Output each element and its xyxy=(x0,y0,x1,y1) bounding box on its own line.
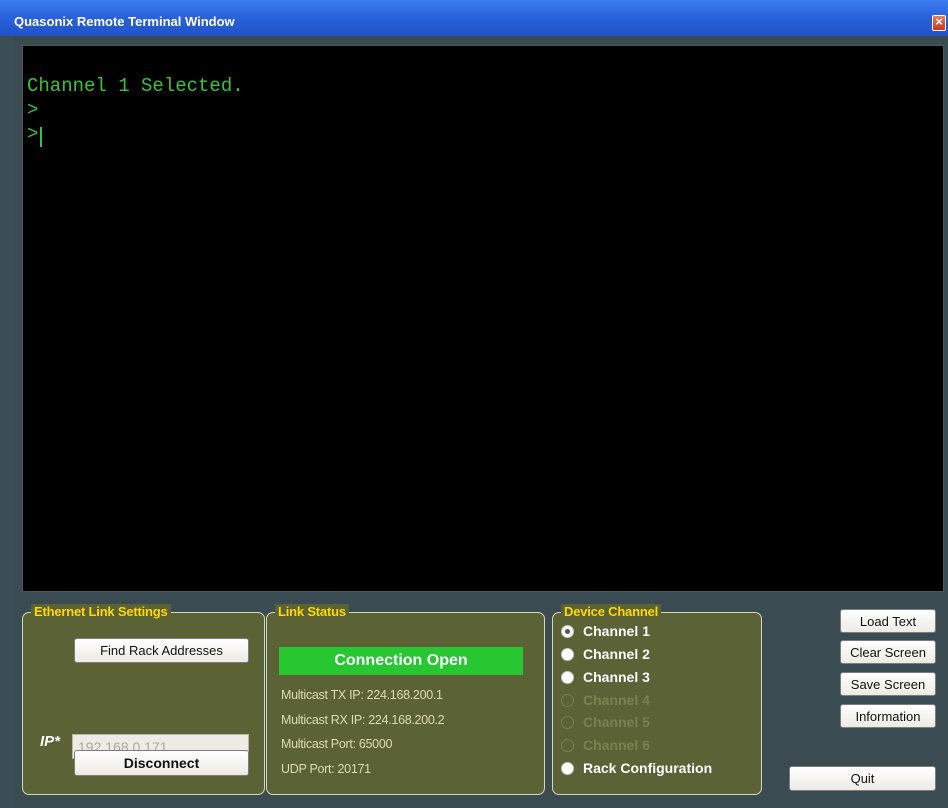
radio-button-icon xyxy=(561,739,574,752)
multicast-tx-ip: Multicast TX IP: 224.168.200.1 xyxy=(281,688,443,702)
find-rack-addresses-button[interactable]: Find Rack Addresses xyxy=(74,638,249,663)
device-channel-panel: Device Channel Channel 1 Channel 2 Channel… xyxy=(552,604,762,795)
window-title: Quasonix Remote Terminal Window xyxy=(14,14,235,29)
radio-button-icon[interactable] xyxy=(561,625,574,638)
ip-label: IP* xyxy=(40,733,61,750)
radio-button-icon[interactable] xyxy=(561,762,574,775)
device-channel-legend: Device Channel xyxy=(561,604,662,619)
terminal-screen[interactable]: Channel 1 Selected. > > xyxy=(22,45,944,592)
link-status-legend: Link Status xyxy=(275,604,349,619)
window-frame xyxy=(0,36,14,808)
link-status-panel: Link Status Connection Open Multicast TX… xyxy=(266,604,545,795)
clear-screen-button[interactable]: Clear Screen xyxy=(840,640,936,664)
radio-label: Channel 6 xyxy=(583,737,650,753)
radio-label: Channel 4 xyxy=(583,692,650,708)
radio-label: Channel 1 xyxy=(583,623,650,639)
disconnect-button[interactable]: Disconnect xyxy=(74,750,249,776)
ethernet-link-settings-panel: Ethernet Link Settings Find Rack Address… xyxy=(22,604,265,795)
radio-label: Channel 5 xyxy=(583,714,650,730)
close-button[interactable]: × xyxy=(932,14,946,31)
udp-port: UDP Port: 20171 xyxy=(281,762,371,776)
radio-button-icon[interactable] xyxy=(561,648,574,661)
radio-label: Channel 3 xyxy=(583,669,650,685)
connection-status-badge: Connection Open xyxy=(279,647,523,675)
terminal-line: Channel 1 Selected. xyxy=(27,75,244,97)
radio-button-icon xyxy=(561,694,574,707)
load-text-button[interactable]: Load Text xyxy=(840,609,936,633)
close-icon: × xyxy=(935,14,943,29)
terminal-line: > xyxy=(27,99,39,121)
radio-button-icon xyxy=(561,716,574,729)
terminal-line: > xyxy=(27,123,39,145)
quit-button[interactable]: Quit xyxy=(789,766,936,791)
radio-button-icon[interactable] xyxy=(561,671,574,684)
title-bar: Quasonix Remote Terminal Window × xyxy=(0,0,948,36)
radio-label: Rack Configuration xyxy=(583,760,713,776)
save-screen-button[interactable]: Save Screen xyxy=(840,672,936,696)
information-button[interactable]: Information xyxy=(840,704,936,728)
multicast-port: Multicast Port: 65000 xyxy=(281,737,393,751)
radio-label: Channel 2 xyxy=(583,646,650,662)
ethernet-link-settings-legend: Ethernet Link Settings xyxy=(31,604,171,619)
text-cursor xyxy=(40,127,42,147)
multicast-rx-ip: Multicast RX IP: 224.168.200.2 xyxy=(281,713,445,727)
